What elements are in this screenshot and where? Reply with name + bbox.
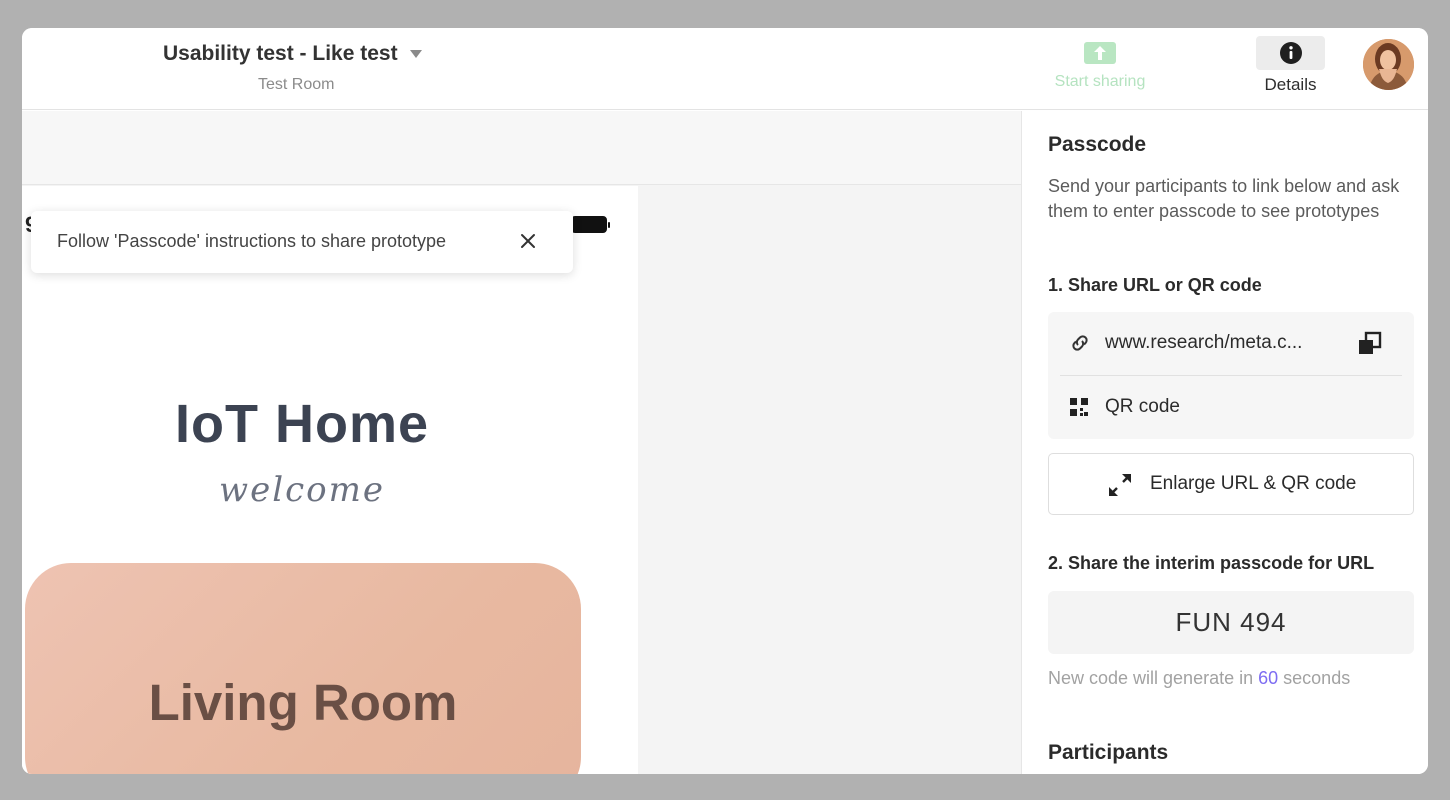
living-room-card[interactable]: Living Room: [25, 563, 581, 774]
enlarge-url-qr-button[interactable]: Enlarge URL & QR code: [1048, 453, 1414, 515]
expand-icon: [1107, 472, 1133, 503]
qr-code-label: QR code: [1105, 396, 1180, 417]
top-bar: Usability test - Like test Test Room Sta…: [22, 28, 1428, 110]
step1-heading: 1. Share URL or QR code: [1048, 275, 1262, 295]
battery-icon: [571, 216, 610, 233]
enlarge-label: Enlarge URL & QR code: [1150, 473, 1357, 494]
app-window: Usability test - Like test Test Room Sta…: [22, 28, 1428, 774]
upload-icon: [1084, 42, 1116, 64]
room-card-title: Living Room: [148, 674, 458, 731]
link-icon: [1069, 332, 1091, 359]
panel-description: Send your participants to link below and…: [1048, 176, 1400, 221]
prototype-canvas: 9 IoT Home welcome Living Room Follow 'P…: [22, 111, 1021, 774]
test-title-dropdown[interactable]: Usability test - Like test Test Room: [163, 42, 463, 93]
share-url-row[interactable]: www.research/meta.c...: [1048, 312, 1414, 375]
close-icon[interactable]: [517, 230, 539, 252]
qr-code-icon: [1070, 398, 1088, 421]
share-url[interactable]: www.research/meta.c...: [1105, 332, 1302, 354]
user-avatar[interactable]: [1363, 39, 1414, 90]
passcode-box: FUN 494: [1048, 591, 1414, 654]
passcode-timer: New code will generate in 60 seconds: [1048, 668, 1350, 689]
passcode-panel: Passcode Send your participants to link …: [1021, 111, 1428, 774]
timer-seconds: 60: [1258, 668, 1279, 688]
panel-title: Passcode: [1048, 133, 1147, 156]
caret-down-icon[interactable]: [409, 50, 422, 58]
canvas-toolbar-area: [22, 111, 1021, 185]
step2-heading: 2. Share the interim passcode for URL: [1048, 553, 1375, 573]
room-subtitle: Test Room: [258, 76, 335, 93]
prototype-app-subtitle: welcome: [219, 470, 385, 510]
details-button[interactable]: Details: [1256, 36, 1325, 98]
passcode-value: FUN 494: [1175, 607, 1287, 637]
start-sharing-label: Start sharing: [1054, 73, 1146, 90]
info-icon: [1256, 36, 1325, 70]
timer-suffix: seconds: [1278, 668, 1351, 688]
share-options-box: www.research/meta.c... QR code: [1048, 312, 1414, 439]
prototype-app-title: IoT Home: [174, 394, 429, 454]
participants-heading: Participants: [1048, 741, 1169, 764]
prototype-screen[interactable]: 9 IoT Home welcome Living Room: [22, 186, 638, 774]
qr-code-row[interactable]: QR code: [1048, 376, 1414, 439]
start-sharing-button[interactable]: Start sharing: [1044, 42, 1156, 98]
page-title[interactable]: Usability test - Like test: [163, 42, 398, 66]
details-label: Details: [1264, 75, 1317, 94]
instruction-toast: Follow 'Passcode' instructions to share …: [31, 211, 573, 273]
timer-prefix: New code will generate in: [1048, 668, 1259, 688]
copy-icon[interactable]: [1357, 331, 1383, 357]
toast-message: Follow 'Passcode' instructions to share …: [57, 231, 447, 251]
